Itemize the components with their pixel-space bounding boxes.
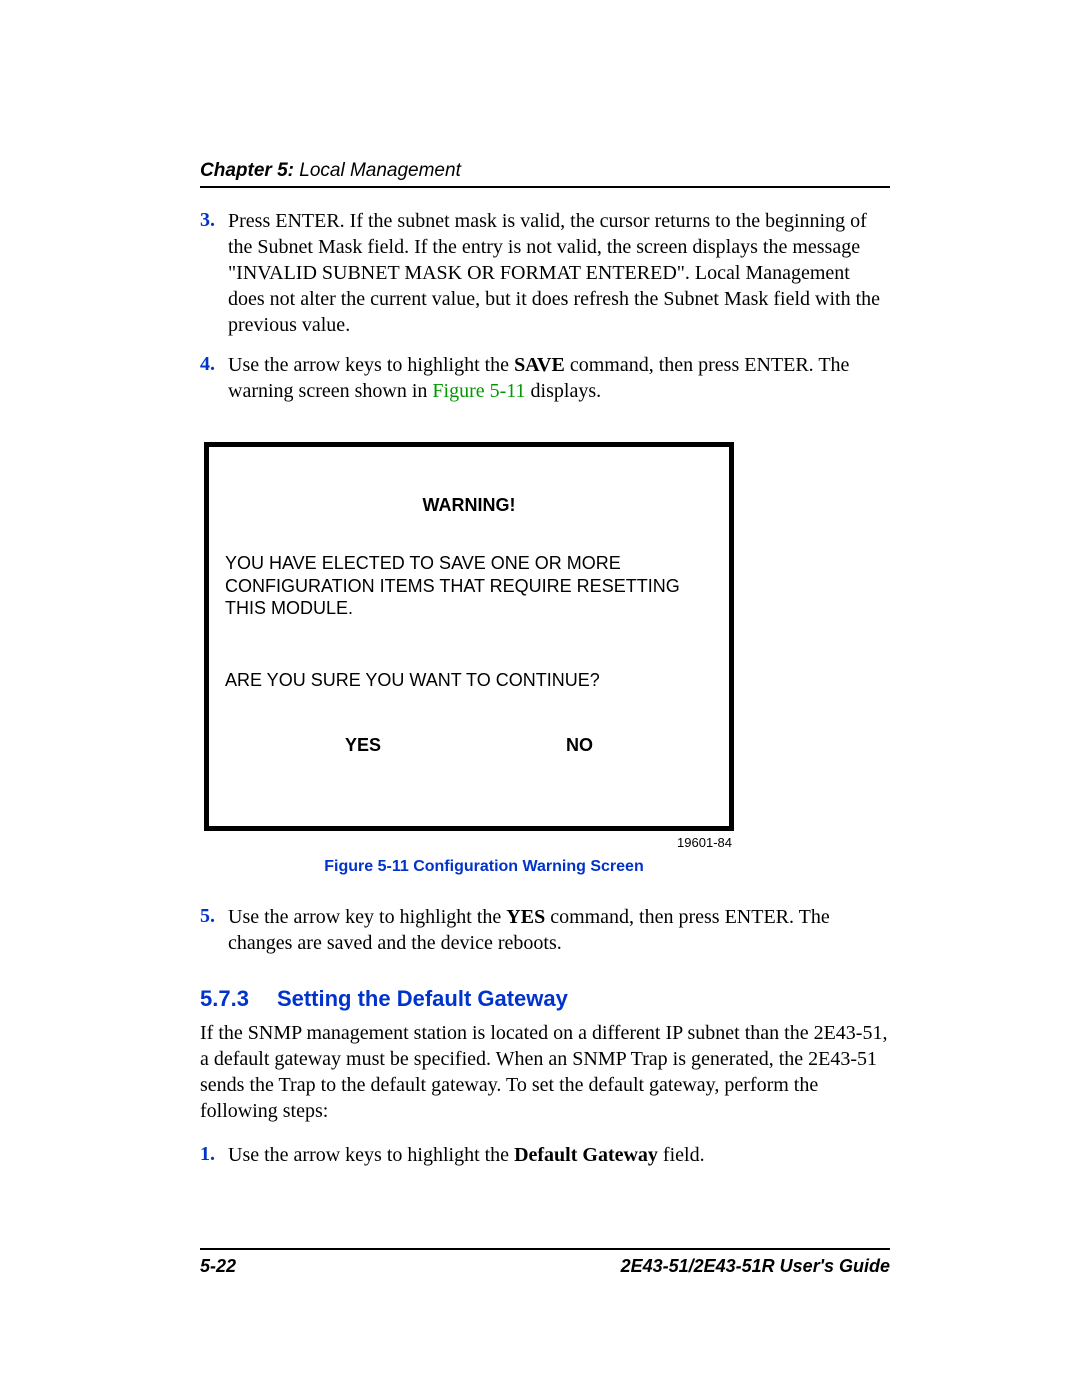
figure-ref-number: 19601-84	[204, 835, 732, 850]
warning-screen: WARNING! YOU HAVE ELECTED TO SAVE ONE OR…	[204, 442, 734, 831]
section-body: If the SNMP management station is locate…	[200, 1020, 890, 1124]
running-header: Chapter 5: Local Management	[200, 160, 890, 188]
step-4: 4. Use the arrow keys to highlight the S…	[200, 352, 890, 404]
figure-caption: Figure 5-11 Configuration Warning Screen	[234, 858, 734, 876]
step-1: 1. Use the arrow keys to highlight the D…	[200, 1142, 890, 1168]
yes-no-row: YES NO	[225, 735, 713, 756]
page-footer: 5-22 2E43-51/2E43-51R User's Guide	[200, 1248, 890, 1277]
step-text: Press ENTER. If the subnet mask is valid…	[228, 208, 890, 338]
guide-title: 2E43-51/2E43-51R User's Guide	[621, 1256, 890, 1277]
text-part: Use the arrow keys to highlight the	[228, 354, 514, 376]
text-part: displays.	[526, 380, 602, 402]
step-list-b: 5. Use the arrow key to highlight the YE…	[200, 904, 890, 956]
yes-option: YES	[345, 735, 381, 756]
section-heading: 5.7.3 Setting the Default Gateway	[200, 986, 890, 1012]
page-number: 5-22	[200, 1256, 236, 1277]
save-command: SAVE	[514, 354, 565, 376]
step-5: 5. Use the arrow key to highlight the YE…	[200, 904, 890, 956]
step-text: Use the arrow keys to highlight the Defa…	[228, 1142, 705, 1168]
figure-reference[interactable]: Figure 5-11	[432, 380, 525, 402]
step-number: 1.	[200, 1142, 228, 1168]
default-gateway-field: Default Gateway	[514, 1144, 658, 1166]
step-number: 5.	[200, 904, 228, 956]
chapter-label: Chapter 5:	[200, 160, 294, 181]
yes-command: YES	[506, 906, 545, 928]
step-list-a: 3. Press ENTER. If the subnet mask is va…	[200, 208, 890, 404]
warning-message: YOU HAVE ELECTED TO SAVE ONE OR MORE CON…	[225, 552, 713, 620]
text-part: Use the arrow keys to highlight the	[228, 1144, 514, 1166]
step-list-c: 1. Use the arrow keys to highlight the D…	[200, 1142, 890, 1168]
warning-title: WARNING!	[225, 495, 713, 516]
step-number: 4.	[200, 352, 228, 404]
text-part: field.	[658, 1144, 705, 1166]
step-number: 3.	[200, 208, 228, 338]
warning-question: ARE YOU SURE YOU WANT TO CONTINUE?	[225, 670, 713, 691]
no-option: NO	[566, 735, 593, 756]
section-number: 5.7.3	[200, 986, 249, 1011]
step-3: 3. Press ENTER. If the subnet mask is va…	[200, 208, 890, 338]
page: Chapter 5: Local Management 3. Press ENT…	[0, 0, 1080, 1397]
step-text: Use the arrow key to highlight the YES c…	[228, 904, 890, 956]
section-title: Setting the Default Gateway	[277, 986, 568, 1011]
figure-5-11: WARNING! YOU HAVE ELECTED TO SAVE ONE OR…	[204, 442, 734, 876]
step-text: Use the arrow keys to highlight the SAVE…	[228, 352, 890, 404]
text-part: Use the arrow key to highlight the	[228, 906, 506, 928]
chapter-title: Local Management	[294, 160, 461, 181]
